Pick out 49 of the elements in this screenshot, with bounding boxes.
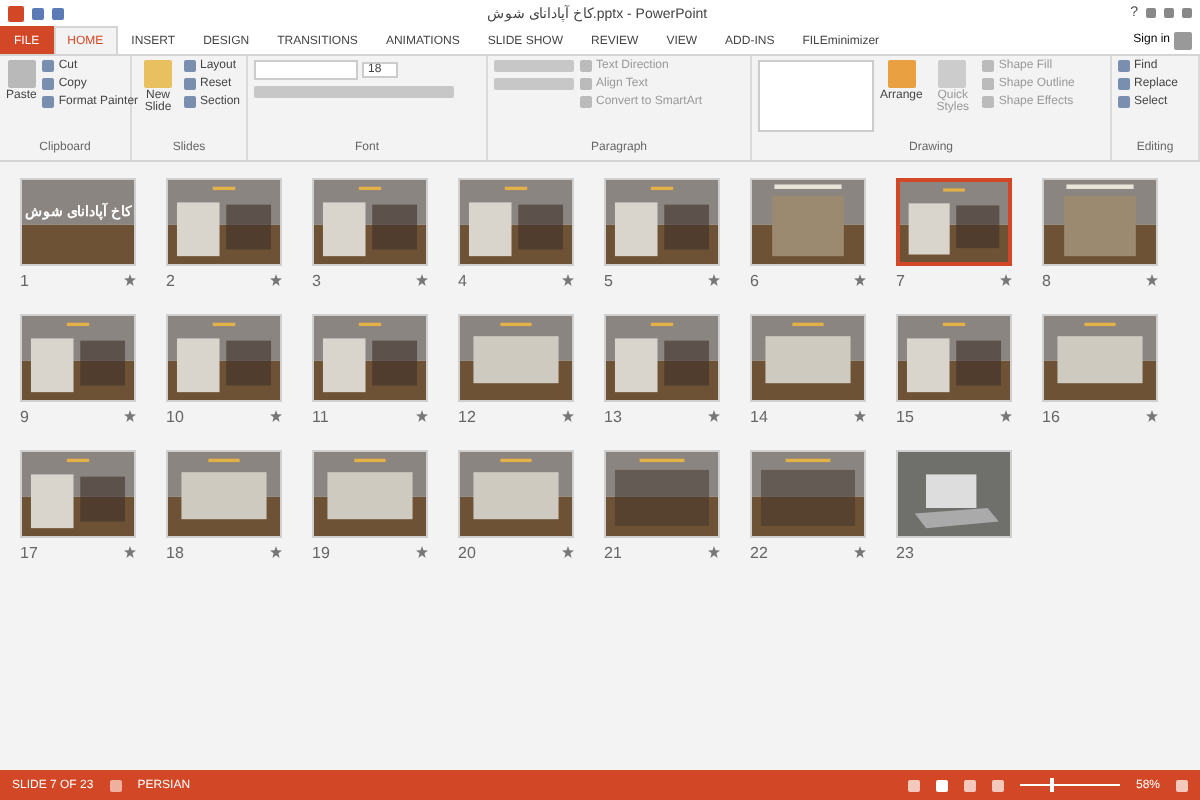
slide-number: 6: [750, 271, 759, 289]
slide-picture: [752, 180, 864, 264]
slide-number: 4: [458, 271, 467, 289]
slide-picture: [606, 452, 718, 536]
slide-number: 16: [1042, 407, 1060, 425]
slide-picture: [314, 180, 426, 264]
slide-picture: [460, 316, 572, 400]
slide-number: 21: [604, 543, 622, 561]
slide-picture: [168, 180, 280, 264]
slide-number: 10: [166, 407, 184, 425]
slide-picture: [314, 316, 426, 400]
slide-number: 11: [312, 407, 329, 425]
slide-number: 18: [166, 543, 184, 561]
slide-number: 19: [312, 543, 330, 561]
slide-picture: [460, 180, 572, 264]
slide-picture: [1044, 316, 1156, 400]
slide-picture: [22, 180, 134, 264]
slide-number: 9: [20, 407, 29, 425]
slide-picture: [900, 182, 1008, 262]
font-field[interactable]: [254, 60, 358, 80]
slide-number: 20: [458, 543, 476, 561]
slide-number: 2: [166, 271, 175, 289]
slide-number: 23: [896, 543, 914, 561]
slide-number: 15: [896, 407, 914, 425]
laptop-photo: [898, 452, 1010, 536]
slide-number: 12: [458, 407, 476, 425]
slide-picture: [22, 452, 134, 536]
slide-picture: [752, 452, 864, 536]
slide-picture: [168, 316, 280, 400]
slide-picture: [606, 180, 718, 264]
slide-thumbnail[interactable]: [896, 178, 1012, 266]
slide-picture: [752, 316, 864, 400]
slide-number: 8: [1042, 271, 1051, 289]
slide-number: 3: [312, 271, 321, 289]
slide-picture: [460, 452, 572, 536]
slide-picture: [314, 452, 426, 536]
slide-number: 14: [750, 407, 768, 425]
slide-picture: [606, 316, 718, 400]
slide-number: 22: [750, 543, 768, 561]
slide-picture: [1044, 180, 1156, 264]
slide-number: 5: [604, 271, 613, 289]
slide-picture: [898, 316, 1010, 400]
slide-picture: [168, 452, 280, 536]
slide-picture: [22, 316, 134, 400]
slide-number: 1: [20, 271, 29, 289]
zoom-slider-thumb[interactable]: [1049, 778, 1054, 792]
slide-number: 13: [604, 407, 622, 425]
slide-number: 7: [896, 271, 905, 289]
slide-number: 17: [20, 543, 38, 561]
